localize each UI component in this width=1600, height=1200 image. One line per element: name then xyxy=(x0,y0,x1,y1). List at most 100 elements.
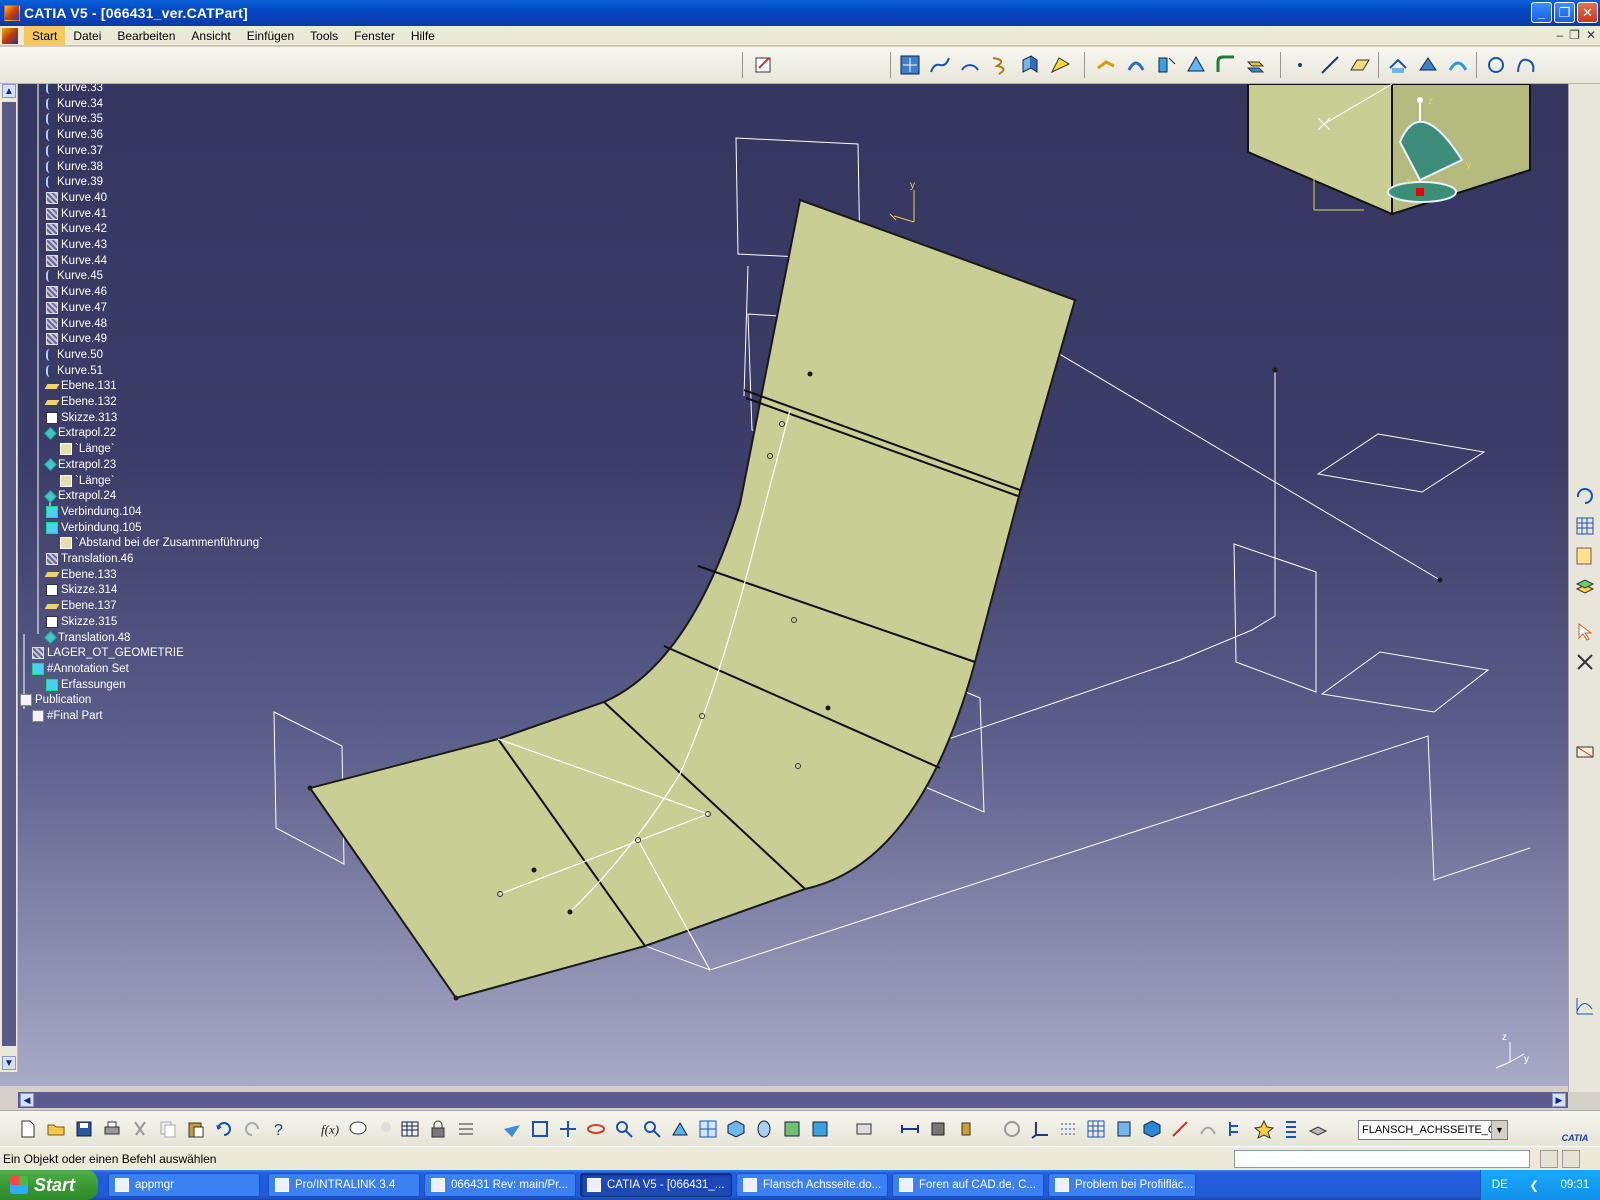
tree-item[interactable]: Kurve.35 xyxy=(46,111,103,127)
intersection-icon[interactable] xyxy=(1416,53,1440,77)
point-icon[interactable] xyxy=(1288,53,1312,77)
fit-all-icon[interactable] xyxy=(528,1117,552,1141)
healing-icon[interactable] xyxy=(1124,53,1148,77)
start-button[interactable]: Start xyxy=(0,1170,98,1200)
tree-item[interactable]: Erfassungen xyxy=(46,677,126,693)
paste-icon[interactable] xyxy=(184,1117,208,1141)
zoom-out-icon[interactable] xyxy=(640,1117,664,1141)
tree-item[interactable]: Kurve.42 xyxy=(46,221,107,237)
doc-minimize-button[interactable]: – xyxy=(1556,28,1563,42)
knowledge-icon[interactable] xyxy=(1252,1117,1276,1141)
layer-icon[interactable] xyxy=(1306,1117,1330,1141)
tree-item[interactable]: Extrapol.22 xyxy=(44,425,116,441)
tree-item[interactable]: Verbindung.105 xyxy=(46,520,142,536)
tree-item[interactable]: Extrapol.24 xyxy=(44,488,116,504)
multi-view-icon[interactable] xyxy=(696,1117,720,1141)
tree-item[interactable]: Kurve.47 xyxy=(46,300,107,316)
tree-item[interactable]: Ebene.131 xyxy=(44,378,117,394)
isometric-view-icon[interactable] xyxy=(724,1117,748,1141)
hide-show-icon[interactable] xyxy=(1573,740,1597,764)
fill-surface-icon[interactable] xyxy=(1048,53,1072,77)
geometry-scene[interactable]: y z y x z y xyxy=(0,84,1568,1086)
menu-fenster[interactable]: Fenster xyxy=(346,26,403,46)
tree-item[interactable]: `Abstand bei der Zusammenführung` xyxy=(60,535,263,551)
swept-surface[interactable] xyxy=(308,198,1077,1000)
geometry-set-icon[interactable] xyxy=(1112,1117,1136,1141)
tree-item[interactable]: #Final Part xyxy=(32,708,103,724)
line-icon[interactable] xyxy=(1318,53,1342,77)
tree-item[interactable]: Translation.48 xyxy=(44,630,130,646)
cut-icon[interactable] xyxy=(128,1117,152,1141)
tree-item[interactable]: Kurve.34 xyxy=(46,96,103,112)
save-icon[interactable] xyxy=(72,1117,96,1141)
copy-icon[interactable] xyxy=(156,1117,180,1141)
tree-item[interactable]: Kurve.33 xyxy=(46,84,103,96)
menu-start[interactable]: Start xyxy=(24,25,66,46)
language-indicator[interactable]: DE xyxy=(1492,1179,1508,1191)
tree-item[interactable]: Extrapol.23 xyxy=(44,457,116,473)
menu-tools[interactable]: Tools xyxy=(302,26,346,46)
tree-item[interactable]: Kurve.36 xyxy=(46,127,103,143)
undo-icon[interactable] xyxy=(212,1117,236,1141)
zoom-in-icon[interactable] xyxy=(612,1117,636,1141)
rotate-icon[interactable] xyxy=(584,1117,608,1141)
body-icon[interactable] xyxy=(1140,1117,1164,1141)
plane-icon[interactable] xyxy=(1348,53,1372,77)
tree-item[interactable]: Kurve.46 xyxy=(46,284,107,300)
fly-mode-icon[interactable] xyxy=(500,1117,524,1141)
measure-between-icon[interactable] xyxy=(852,1117,876,1141)
tree-item[interactable]: `Länge` xyxy=(60,441,115,457)
join-icon[interactable] xyxy=(1094,53,1118,77)
list-icon[interactable] xyxy=(1278,1117,1302,1141)
tree-item[interactable]: Kurve.39 xyxy=(46,174,103,190)
catalog-icon[interactable] xyxy=(1573,544,1597,568)
layer-stack-icon[interactable] xyxy=(1573,574,1597,598)
tree-item[interactable]: Ebene.133 xyxy=(44,567,117,583)
snap-grid-icon[interactable] xyxy=(1084,1117,1108,1141)
document-icon[interactable] xyxy=(2,27,18,44)
scroll-left-arrow[interactable]: ◀ xyxy=(20,1093,34,1107)
measure-inertia-icon[interactable] xyxy=(926,1117,950,1141)
sketcher-icon[interactable] xyxy=(752,53,776,77)
tree-item[interactable]: Kurve.50 xyxy=(46,347,103,363)
measure-item-icon[interactable] xyxy=(898,1117,922,1141)
tree-item[interactable]: Kurve.43 xyxy=(46,237,107,253)
lock-icon[interactable] xyxy=(426,1117,450,1141)
tree-item[interactable]: Skizze.315 xyxy=(46,614,117,630)
scroll-thumb[interactable] xyxy=(2,102,16,1046)
chevron-down-icon[interactable]: ▼ xyxy=(1491,1121,1507,1139)
tree-item[interactable]: Kurve.48 xyxy=(46,316,107,332)
menu-bearbeiten[interactable]: Bearbeiten xyxy=(109,26,183,46)
select-arrow-icon[interactable] xyxy=(1573,620,1597,644)
tree-item[interactable]: Kurve.40 xyxy=(46,190,107,206)
taskbar-button[interactable]: Foren auf CAD.de, C... xyxy=(892,1173,1044,1197)
split-icon[interactable] xyxy=(1154,53,1178,77)
hide-icon[interactable] xyxy=(780,1117,804,1141)
tree-item[interactable]: Kurve.51 xyxy=(46,363,103,379)
status-button-2[interactable] xyxy=(1562,1150,1580,1168)
new-icon[interactable] xyxy=(16,1117,40,1141)
tree-item[interactable]: Ebene.137 xyxy=(44,598,117,614)
open-icon[interactable] xyxy=(44,1117,68,1141)
restore-button[interactable]: ❐ xyxy=(1554,2,1575,23)
extrude-surface-icon[interactable] xyxy=(1018,53,1042,77)
axis-system-icon[interactable] xyxy=(1028,1117,1052,1141)
parallel-curve-icon[interactable] xyxy=(1446,53,1470,77)
tree-item[interactable]: Ebene.132 xyxy=(44,394,117,410)
comment-icon[interactable] xyxy=(346,1117,370,1141)
points-grid-icon[interactable] xyxy=(898,53,922,77)
tree-item[interactable]: Publication xyxy=(20,692,91,708)
shading-icon[interactable] xyxy=(752,1117,776,1141)
menu-ansicht[interactable]: Ansicht xyxy=(183,26,238,46)
circle-arc-icon[interactable] xyxy=(958,53,982,77)
connect-curve-icon[interactable] xyxy=(1514,53,1538,77)
doc-restore-button[interactable]: ❐ xyxy=(1569,28,1580,42)
tree-item[interactable]: `Länge` xyxy=(60,473,115,489)
instantiate-icon[interactable] xyxy=(1196,1117,1220,1141)
taskbar-button[interactable]: 066431 Rev: main/Pr... xyxy=(424,1173,576,1197)
fillet-icon[interactable] xyxy=(1214,53,1238,77)
extract-icon[interactable] xyxy=(1184,53,1208,77)
tree-item[interactable]: #Annotation Set xyxy=(32,661,129,677)
normal-view-icon[interactable] xyxy=(668,1117,692,1141)
layer-dropdown[interactable]: FLANSCH_ACHSSEITE_GE( ▼ xyxy=(1358,1120,1508,1140)
